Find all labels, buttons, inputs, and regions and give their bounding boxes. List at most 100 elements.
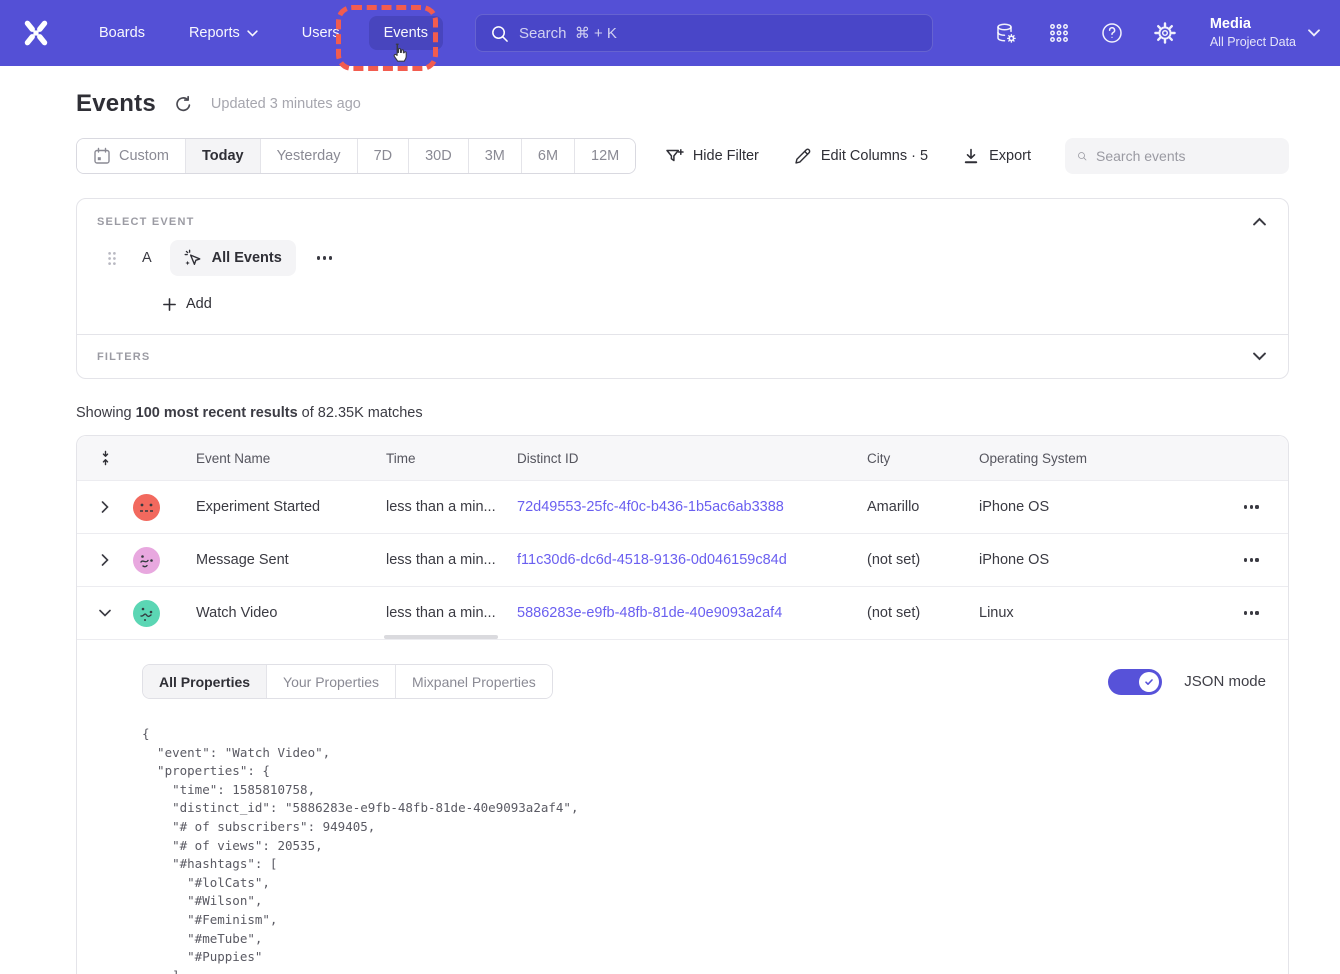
event-row-more-button[interactable]: [313, 252, 336, 263]
cell-city: (not set): [867, 552, 979, 568]
nav-item-boards[interactable]: Boards: [84, 16, 160, 50]
export-button[interactable]: Export: [962, 147, 1031, 165]
date-range-30d[interactable]: 30D: [408, 139, 468, 173]
pencil-icon: [793, 147, 812, 166]
refresh-icon[interactable]: [174, 95, 193, 114]
last-updated-text: Updated 3 minutes ago: [211, 96, 361, 112]
results-summary-count: 100 most recent results: [136, 405, 298, 421]
date-range-today[interactable]: Today: [185, 139, 260, 173]
project-name: Media: [1210, 15, 1296, 35]
chevron-down-icon: [247, 30, 258, 37]
toggle-check-icon: [1139, 672, 1159, 692]
nav-item-reports-label: Reports: [189, 25, 240, 41]
tab-your-properties[interactable]: Your Properties: [266, 665, 395, 698]
event-avatar: [133, 494, 160, 521]
global-search-input[interactable]: [519, 25, 918, 42]
add-event-label: Add: [186, 296, 212, 312]
event-query-row: A All Events: [97, 240, 1268, 276]
search-events-input[interactable]: [1096, 148, 1277, 164]
horizontal-scrollbar-thumb[interactable]: [384, 635, 498, 639]
plus-icon: [162, 297, 177, 312]
cell-time: less than a min...: [386, 552, 517, 568]
search-events-box[interactable]: [1065, 138, 1289, 174]
results-summary-suffix: of 82.35K matches: [298, 405, 423, 421]
chevron-down-icon[interactable]: [99, 609, 111, 617]
apps-grid-icon[interactable]: [1047, 21, 1071, 45]
select-event-section: SELECT EVENT A: [77, 199, 1288, 334]
hide-filter-button[interactable]: Hide Filter: [665, 147, 759, 165]
col-header-time[interactable]: Time: [386, 451, 517, 466]
calendar-icon: [93, 147, 111, 165]
cell-time: less than a min...: [386, 499, 517, 515]
add-event-button[interactable]: Add: [162, 296, 212, 312]
edit-columns-label: Edit Columns · 5: [821, 148, 928, 164]
project-selector[interactable]: Media All Project Data: [1210, 15, 1320, 51]
chevron-down-icon: [1253, 352, 1266, 361]
search-icon: [490, 24, 509, 43]
results-summary-prefix: Showing: [76, 405, 136, 421]
export-label: Export: [989, 148, 1031, 164]
tab-mixpanel-properties-label: Mixpanel Properties: [412, 674, 536, 690]
date-range-7d[interactable]: 7D: [357, 139, 409, 173]
chevron-up-icon: [1253, 217, 1266, 226]
chevron-right-icon[interactable]: [101, 554, 109, 566]
date-range-yesterday[interactable]: Yesterday: [260, 139, 357, 173]
collapse-all-icon[interactable]: [98, 450, 113, 466]
data-management-icon[interactable]: [994, 21, 1018, 45]
event-selector-chip[interactable]: All Events: [170, 240, 296, 276]
date-range-12m[interactable]: 12M: [574, 139, 635, 173]
row-more-button[interactable]: [1238, 499, 1265, 514]
table-row[interactable]: Experiment Started less than a min... 72…: [77, 481, 1288, 534]
cell-distinct-id-link[interactable]: 5886283e-e9fb-48fb-81de-40e9093a2af4: [517, 605, 867, 621]
primary-nav: Boards Reports Users Events: [84, 16, 443, 50]
table-row[interactable]: Message Sent less than a min... f11c30d6…: [77, 534, 1288, 587]
date-range-3m[interactable]: 3M: [468, 139, 521, 173]
events-table: Event Name Time Distinct ID City Operati…: [76, 435, 1289, 974]
cell-event-name: Message Sent: [196, 552, 386, 568]
mixpanel-logo-icon[interactable]: [18, 15, 54, 51]
nav-item-users[interactable]: Users: [287, 16, 355, 50]
nav-item-reports[interactable]: Reports: [174, 16, 273, 50]
nav-item-users-label: Users: [302, 25, 340, 41]
col-header-event-name[interactable]: Event Name: [196, 451, 386, 466]
date-range-custom[interactable]: Custom: [77, 139, 185, 173]
date-range-3m-label: 3M: [485, 148, 505, 164]
date-range-30d-label: 30D: [425, 148, 452, 164]
row-more-button[interactable]: [1238, 605, 1265, 620]
expand-filters-button[interactable]: [1251, 350, 1268, 363]
settings-gear-icon[interactable]: [1153, 21, 1177, 45]
cell-distinct-id-link[interactable]: f11c30d6-dc6d-4518-9136-0d046159c84d: [517, 552, 867, 568]
table-row-expanded[interactable]: Watch Video less than a min... 5886283e-…: [77, 587, 1288, 640]
chevron-right-icon[interactable]: [101, 501, 109, 513]
tab-all-properties[interactable]: All Properties: [143, 665, 266, 698]
help-icon[interactable]: [1100, 21, 1124, 45]
cell-distinct-id-link[interactable]: 72d49553-25fc-4f0c-b436-1b5ac6ab3388: [517, 499, 867, 515]
cell-city: (not set): [867, 605, 979, 621]
cell-event-name: Watch Video: [196, 605, 386, 621]
properties-tabs: All Properties Your Properties Mixpanel …: [142, 664, 553, 699]
event-selector-label: All Events: [212, 250, 282, 266]
filters-section[interactable]: FILTERS: [77, 334, 1288, 378]
event-avatar: [133, 547, 160, 574]
nav-item-events-label: Events: [384, 25, 428, 41]
edit-columns-button[interactable]: Edit Columns · 5: [793, 147, 928, 166]
nav-item-events[interactable]: Events: [369, 16, 443, 50]
drag-handle-icon[interactable]: [107, 251, 117, 266]
event-row-letter: A: [142, 250, 152, 266]
col-header-city[interactable]: City: [867, 451, 979, 466]
top-nav: Boards Reports Users Events: [0, 0, 1340, 66]
date-range-yesterday-label: Yesterday: [277, 148, 341, 164]
date-range-6m[interactable]: 6M: [521, 139, 574, 173]
row-more-button[interactable]: [1238, 552, 1265, 567]
search-icon: [1077, 147, 1087, 165]
json-mode-toggle[interactable]: [1108, 669, 1162, 695]
date-range-12m-label: 12M: [591, 148, 619, 164]
results-summary: Showing 100 most recent results of 82.35…: [76, 405, 1289, 421]
cell-event-name: Experiment Started: [196, 499, 386, 515]
query-builder-card: SELECT EVENT A: [76, 198, 1289, 379]
collapse-section-button[interactable]: [1251, 215, 1268, 228]
tab-mixpanel-properties[interactable]: Mixpanel Properties: [395, 665, 552, 698]
global-search[interactable]: [475, 14, 933, 52]
col-header-distinct-id[interactable]: Distinct ID: [517, 451, 867, 466]
col-header-os[interactable]: Operating System: [979, 451, 1186, 466]
